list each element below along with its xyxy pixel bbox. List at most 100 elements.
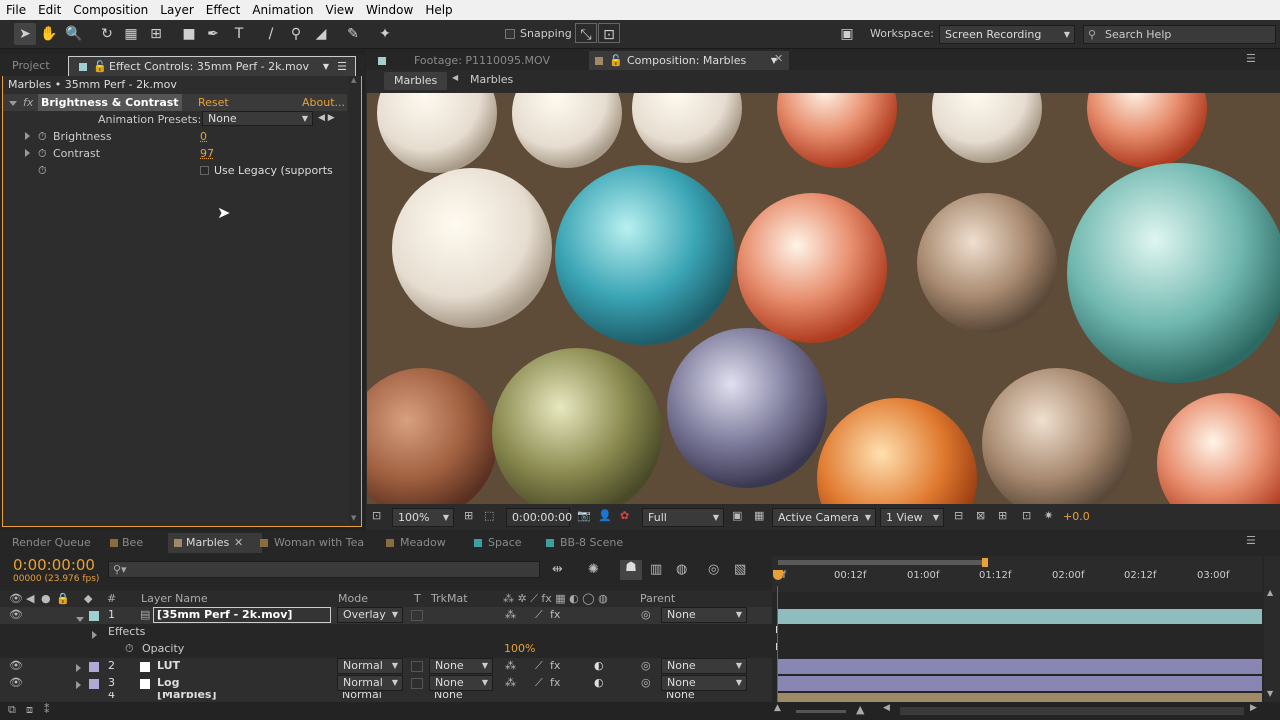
pen-tool-icon[interactable]: ✒ xyxy=(202,23,224,45)
layer-bar-3[interactable] xyxy=(778,676,1262,691)
fast-previews-icon[interactable]: ▣ xyxy=(732,509,742,522)
label-icon[interactable]: ◆ xyxy=(84,592,92,605)
playhead-icon[interactable] xyxy=(773,570,783,580)
tab-bee[interactable]: Bee xyxy=(104,533,149,553)
solo-icon[interactable]: ● xyxy=(41,592,51,605)
close-icon[interactable]: ✕ xyxy=(234,533,243,553)
fx-switch-icon[interactable]: fx xyxy=(550,608,560,621)
eraser-tool-icon[interactable]: ◢ xyxy=(310,23,332,45)
tab-project[interactable]: Project xyxy=(6,56,56,76)
breadcrumb-marbles[interactable]: Marbles xyxy=(470,73,513,86)
parent-value[interactable]: None xyxy=(666,692,695,701)
layer-name[interactable]: LUT xyxy=(157,659,180,672)
layer-expand-toggle[interactable] xyxy=(76,679,81,692)
table-row[interactable]: 👁 3 Log Normal ▼ None ▼ ⁂ ⟋ fx ◐ ◎ None ▼ xyxy=(0,675,772,692)
opacity-value[interactable]: 100% xyxy=(504,642,535,655)
layer-expand-toggle[interactable] xyxy=(76,662,81,675)
tab-render-queue[interactable]: Render Queue xyxy=(6,533,97,553)
chevron-down-icon[interactable]: ▼ xyxy=(323,57,329,77)
pickwhip-icon[interactable]: ◎ xyxy=(641,676,651,689)
fx-switch-icon[interactable]: fx xyxy=(550,676,560,689)
scrollbar[interactable]: ▲ ▼ xyxy=(349,76,361,526)
scroll-down-icon[interactable]: ▼ xyxy=(1267,689,1273,698)
render-icon[interactable]: ⊠ xyxy=(976,509,985,522)
type-tool-icon[interactable]: T xyxy=(228,23,250,45)
puppet-pin-tool-icon[interactable]: ✦ xyxy=(374,23,396,45)
work-area-bar[interactable] xyxy=(778,560,986,565)
motion-blur-icon[interactable]: ◍ xyxy=(676,562,687,577)
adjustment-layer-icon[interactable]: ◐ xyxy=(594,659,604,672)
tab-effect-controls[interactable]: 🔓 Effect Controls: 35mm Perf - 2k.mov ▼ … xyxy=(68,56,356,76)
pickwhip-icon[interactable]: ◎ xyxy=(641,608,651,621)
eye-icon[interactable]: 👁 xyxy=(9,659,23,672)
time-ruler[interactable]: 0f 00:12f 01:00f 01:12f 02:00f 02:12f 03… xyxy=(772,556,1262,592)
exposure-value[interactable]: +0.0 xyxy=(1063,510,1090,523)
parent-dropdown[interactable]: None ▼ xyxy=(661,675,747,691)
scroll-left-icon[interactable]: ◀ xyxy=(883,703,890,713)
trkmat-value[interactable]: None xyxy=(434,692,463,701)
layer-bar-2[interactable] xyxy=(778,659,1262,674)
in-out-toggle-icon[interactable]: ⁑ xyxy=(44,703,50,716)
adjustment-layer-icon[interactable]: ◐ xyxy=(594,676,604,689)
toggle-pixel-aspect-icon[interactable]: ⊟ xyxy=(954,509,963,522)
preserve-transparency-checkbox[interactable] xyxy=(411,610,423,621)
menu-window[interactable]: Window xyxy=(360,0,419,20)
pickwhip-icon[interactable]: ◎ xyxy=(641,659,651,672)
transparency-grid-icon[interactable]: ▦ xyxy=(754,509,764,522)
timeline-icon[interactable]: ⊡ xyxy=(1022,509,1031,522)
blend-mode-dropdown[interactable]: Normal ▼ xyxy=(337,658,403,674)
effect-expand-toggle[interactable] xyxy=(9,94,17,111)
exposure-reset-icon[interactable]: ✷ xyxy=(1044,509,1053,522)
shy-layers-icon[interactable]: ☗ xyxy=(620,560,642,580)
contrast-value[interactable]: 97 xyxy=(200,145,214,162)
table-row[interactable]: 👁 2 LUT Normal ▼ None ▼ ⁂ ⟋ fx ◐ ◎ None ▼ xyxy=(0,658,772,675)
layer-color-swatch[interactable] xyxy=(89,611,99,621)
effect-name[interactable]: Brightness & Contrast xyxy=(38,94,182,111)
scroll-up-icon[interactable]: ▲ xyxy=(351,76,356,84)
selection-tool-icon[interactable]: ➤ xyxy=(14,23,36,45)
use-legacy-checkbox[interactable] xyxy=(200,166,209,175)
brightness-expand[interactable] xyxy=(25,128,30,145)
current-time-indicator[interactable] xyxy=(777,586,778,702)
layer-name[interactable]: Log xyxy=(157,676,179,689)
stopwatch-icon[interactable]: ⏱ xyxy=(38,128,47,145)
view-layout-dropdown[interactable]: 1 View ▼ xyxy=(880,508,944,527)
show-snapshot-icon[interactable]: 👤 xyxy=(598,509,612,522)
menu-file[interactable]: File xyxy=(0,0,32,20)
reset-link[interactable]: Reset xyxy=(198,94,229,111)
layer-color-swatch[interactable] xyxy=(89,679,99,689)
snap-edges-icon[interactable]: ⤡ xyxy=(575,23,597,43)
preserve-transparency-checkbox[interactable] xyxy=(411,678,423,689)
lock-icon[interactable]: 🔒 xyxy=(56,592,70,605)
lock-icon[interactable]: 🔓 xyxy=(609,51,623,71)
shy-switch-icon[interactable]: ⁂ xyxy=(505,608,516,621)
brush-tool-icon[interactable]: / xyxy=(260,23,282,45)
blend-mode-dropdown[interactable]: Overlay ▼ xyxy=(337,607,403,623)
current-timecode[interactable]: 0:00:00:00 xyxy=(13,556,95,574)
parent-dropdown[interactable]: None ▼ xyxy=(661,658,747,674)
menu-effect[interactable]: Effect xyxy=(200,0,247,20)
brainstorm-icon[interactable]: ▧ xyxy=(734,562,746,577)
layer-bar-1[interactable] xyxy=(778,609,1262,624)
resolution-dropdown[interactable]: Full ▼ xyxy=(642,508,724,527)
help-search-input[interactable]: ⚲ Search Help xyxy=(1083,25,1276,44)
always-preview-icon[interactable]: ⊡ xyxy=(372,509,381,522)
draft-3d-icon[interactable]: ✺ xyxy=(588,562,599,577)
clone-stamp-tool-icon[interactable]: ⚲ xyxy=(285,23,307,45)
color-channels-icon[interactable]: ✿ xyxy=(620,509,629,522)
table-row[interactable]: 4 [Marbles] Normal None None xyxy=(0,692,772,702)
menu-composition[interactable]: Composition xyxy=(67,0,154,20)
eye-icon[interactable]: 👁 xyxy=(9,592,23,605)
blend-mode-dropdown[interactable]: Normal ▼ xyxy=(337,675,403,691)
tab-footage[interactable]: Footage: P1110095.MOV xyxy=(366,51,581,71)
fx-icon[interactable]: fx xyxy=(23,94,33,111)
layer-name[interactable]: [35mm Perf - 2k.mov] xyxy=(153,607,331,623)
blend-mode-value[interactable]: Normal xyxy=(342,692,382,701)
preserve-transparency-checkbox[interactable] xyxy=(411,661,423,672)
frame-blending-icon[interactable]: ▥ xyxy=(650,562,662,577)
menu-view[interactable]: View xyxy=(320,0,360,20)
snapshot-icon[interactable]: 📷 xyxy=(577,509,591,522)
brightness-value[interactable]: 0 xyxy=(200,128,207,145)
tab-woman-with-tea[interactable]: Woman with Tea xyxy=(254,533,370,553)
comp-mini-flowchart-icon[interactable]: ⇹ xyxy=(552,562,563,577)
